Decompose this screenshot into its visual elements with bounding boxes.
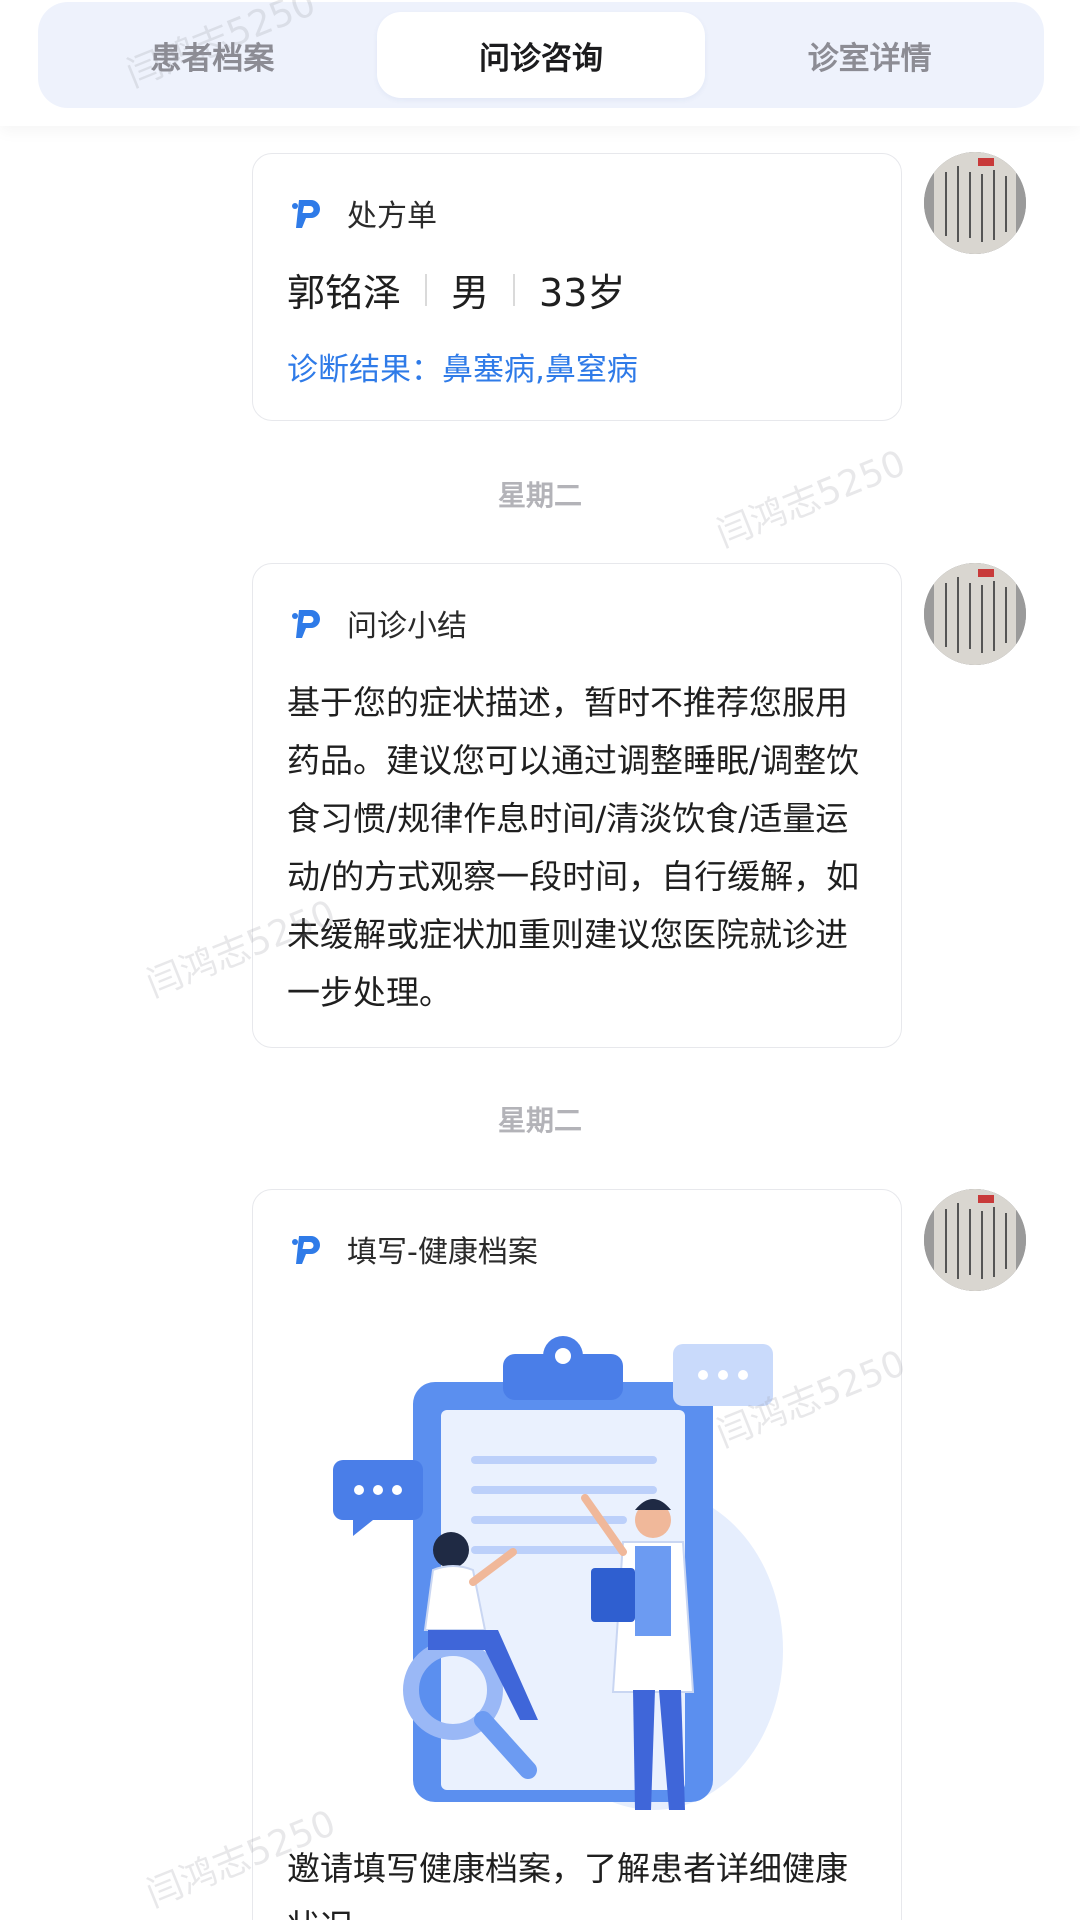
health-record-card[interactable]: 填写-健康档案 邀请填写健康档案，了解患者详细健康	[252, 1189, 902, 1920]
doctor-avatar[interactable]	[924, 1189, 1026, 1291]
diagnosis-result: 诊断结果：鼻塞病,鼻窒病	[287, 352, 638, 388]
day-separator: 星期二	[497, 479, 582, 512]
invite-text: 邀请填写健康档案，了解患者详细健康状况	[287, 1849, 848, 1920]
consultation-summary-card[interactable]: 问诊小结 基于您的症状描述，暂时不推荐您服用药品。建议您可以通过调整睡眠/调整饮…	[252, 563, 902, 1048]
card-title: 填写-健康档案	[347, 1235, 538, 1270]
day-separator: 星期二	[497, 1104, 582, 1137]
tab-clinic-details[interactable]: 诊室详情	[705, 12, 1034, 98]
doctor-avatar[interactable]	[924, 152, 1026, 254]
tab-bar-container: 患者档案 问诊咨询 诊室详情	[0, 0, 1080, 126]
divider	[425, 273, 428, 306]
card-title: 问诊小结	[347, 609, 467, 644]
summary-text: 基于您的症状描述，暂时不推荐您服用药品。建议您可以通过调整睡眠/调整饮食习惯/规…	[287, 683, 860, 1012]
card-title: 处方单	[347, 199, 437, 234]
patient-info-row: 郭铭泽 男 33岁	[287, 262, 625, 317]
consultation-screen: 患者档案 问诊咨询 诊室详情 处方单 郭铭泽 男 33岁 诊断结果：鼻塞病,鼻窒…	[0, 0, 1080, 1920]
brand-p-icon	[292, 200, 320, 228]
prescription-card[interactable]: 处方单 郭铭泽 男 33岁 诊断结果：鼻塞病,鼻窒病	[252, 153, 902, 421]
patient-name: 郭铭泽	[287, 271, 402, 315]
patient-age: 33岁	[539, 271, 626, 315]
brand-p-icon	[292, 610, 320, 638]
brand-p-icon	[292, 1236, 320, 1264]
card-header: 填写-健康档案	[287, 1226, 538, 1272]
tab-patient-record[interactable]: 患者档案	[48, 12, 377, 98]
card-header: 处方单	[287, 190, 437, 236]
divider	[513, 273, 516, 306]
tab-consultation[interactable]: 问诊咨询	[376, 12, 706, 98]
health-record-illustration	[333, 1336, 783, 1810]
tab-bar: 患者档案 问诊咨询 诊室详情	[38, 2, 1044, 108]
patient-gender: 男	[451, 271, 490, 315]
doctor-avatar[interactable]	[924, 563, 1026, 665]
card-header: 问诊小结	[287, 600, 467, 646]
